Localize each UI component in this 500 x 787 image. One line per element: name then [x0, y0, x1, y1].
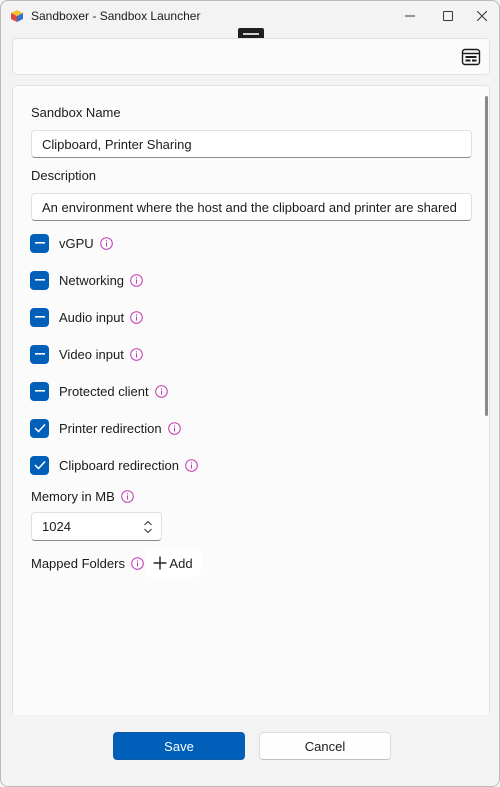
indeterminate-checkbox[interactable] [30, 270, 49, 290]
add-folder-button[interactable]: Add [145, 549, 201, 577]
scrollbar[interactable] [485, 96, 488, 416]
option-label: Printer redirection [59, 420, 162, 436]
close-icon [477, 11, 487, 21]
option-networking[interactable]: Networking [30, 270, 143, 290]
option-protected-client[interactable]: Protected client [30, 381, 168, 401]
option-label: Video input [59, 346, 124, 362]
add-label: Add [169, 555, 193, 571]
info-icon[interactable] [130, 347, 143, 361]
option-printer-redirection[interactable]: Printer redirection [30, 418, 181, 438]
info-icon[interactable] [99, 236, 113, 250]
title-bar[interactable]: Sandboxer - Sandbox Launcher [1, 1, 499, 31]
app-window: Sandboxer - Sandbox Launcher Sandbox Nam… [0, 0, 500, 787]
description-input[interactable]: An environment where the host and the cl… [31, 193, 472, 221]
memory-label: Memory in MB [31, 489, 115, 504]
spinner-icon[interactable] [143, 519, 153, 535]
info-icon[interactable] [131, 557, 144, 570]
info-icon[interactable] [167, 421, 181, 435]
sandbox-name-input[interactable]: Clipboard, Printer Sharing [31, 130, 472, 158]
memory-label-row: Memory in MB [31, 489, 134, 504]
mapped-folders-label: Mapped Folders [31, 556, 125, 571]
option-label: Networking [59, 272, 125, 288]
option-vgpu[interactable]: vGPU [30, 233, 113, 253]
plus-icon [153, 556, 167, 570]
info-icon[interactable] [130, 310, 143, 324]
info-icon[interactable] [130, 273, 143, 287]
sandbox-name-label: Sandbox Name [31, 105, 121, 120]
toolbar-card [12, 38, 490, 75]
save-button[interactable]: Save [113, 732, 245, 760]
info-icon[interactable] [185, 458, 198, 472]
option-video-input[interactable]: Video input [30, 344, 143, 364]
description-label: Description [31, 168, 97, 183]
indeterminate-checkbox[interactable] [30, 381, 49, 401]
memory-value: 1024 [42, 519, 71, 534]
option-label: Protected client [59, 383, 149, 399]
window-layout-icon[interactable] [461, 47, 481, 67]
indeterminate-checkbox[interactable] [30, 344, 49, 364]
footer [1, 715, 499, 786]
info-icon[interactable] [120, 490, 134, 503]
cancel-button[interactable]: Cancel [259, 732, 391, 760]
checked-checkbox[interactable] [30, 455, 49, 475]
checked-checkbox[interactable] [30, 418, 49, 438]
memory-number-box[interactable]: 1024 [31, 512, 162, 541]
indeterminate-checkbox[interactable] [30, 307, 49, 327]
cube-icon [10, 9, 24, 23]
mapped-folders-row: Mapped Folders [31, 556, 144, 571]
window-title: Sandboxer - Sandbox Launcher [31, 9, 201, 23]
minimize-icon [405, 15, 415, 17]
maximize-icon [443, 11, 453, 21]
info-icon[interactable] [154, 384, 168, 398]
indeterminate-checkbox[interactable] [30, 233, 49, 253]
option-clipboard-redirection[interactable]: Clipboard redirection [30, 455, 198, 475]
close-button[interactable] [463, 1, 499, 31]
option-audio-input[interactable]: Audio input [30, 307, 143, 327]
option-label: vGPU [59, 235, 94, 251]
option-label: Audio input [59, 309, 125, 325]
option-label: Clipboard redirection [59, 457, 179, 473]
